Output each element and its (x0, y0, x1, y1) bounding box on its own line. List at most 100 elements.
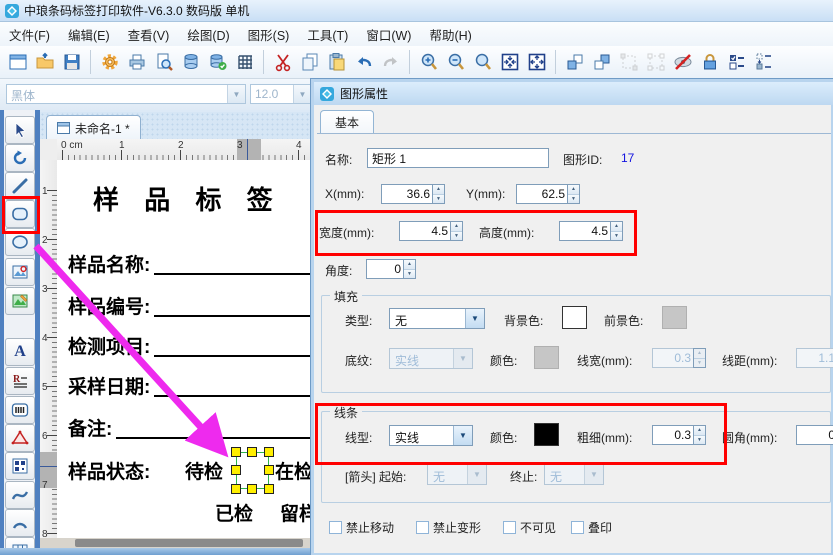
chevron-down-icon[interactable]: ▼ (453, 426, 472, 445)
line-thickness-spinner[interactable]: 0.3▲▼ (652, 425, 706, 445)
spin-down-icon[interactable]: ▼ (568, 195, 579, 204)
menu-window[interactable]: 窗口(W) (357, 22, 420, 47)
settings-gear-icon[interactable] (96, 49, 123, 76)
label-field-row[interactable]: 检测项目: (68, 332, 310, 359)
selection-handle[interactable] (247, 484, 257, 494)
chevron-down-icon[interactable]: ▼ (465, 309, 484, 328)
tool-rounded-rect-icon[interactable] (5, 200, 35, 228)
field-label[interactable]: 样品名称: (68, 250, 150, 277)
group-icon[interactable] (615, 49, 642, 76)
selection-handle[interactable] (264, 484, 274, 494)
database-check-icon[interactable] (204, 49, 231, 76)
label-field-row[interactable]: 样品编号: (68, 292, 310, 319)
tool-rich-text-icon[interactable]: R (5, 367, 35, 395)
selected-rectangle[interactable] (236, 452, 269, 489)
selection-handle[interactable] (264, 447, 274, 457)
menu-tools[interactable]: 工具(T) (298, 22, 357, 47)
tool-ellipse-icon[interactable] (5, 228, 35, 256)
tool-line-icon[interactable] (5, 172, 35, 200)
status-label-text[interactable]: 样品状态: (68, 457, 150, 484)
checkbox-icon[interactable] (571, 521, 584, 534)
label-field-row[interactable]: 备注: (68, 414, 310, 441)
field-label[interactable]: 备注: (68, 414, 112, 441)
tool-select-icon[interactable] (5, 116, 35, 144)
grid-icon[interactable] (231, 49, 258, 76)
label-field-row[interactable]: 采样日期: (68, 372, 310, 399)
label-field-row[interactable]: 样品名称: (68, 250, 310, 277)
tool-qrcode-icon[interactable] (5, 452, 35, 480)
spin-up-icon[interactable]: ▲ (568, 185, 579, 195)
line-color-swatch[interactable] (534, 423, 559, 446)
print-icon[interactable] (123, 49, 150, 76)
selection-handle[interactable] (264, 465, 274, 475)
status-option-testing[interactable]: 在检 (275, 457, 310, 484)
spin-up-icon[interactable]: ▲ (694, 426, 705, 436)
selection-handle[interactable] (247, 447, 257, 457)
name-input[interactable] (367, 148, 549, 168)
angle-spinner[interactable]: 0▲▼ (366, 259, 416, 279)
field-label[interactable]: 样品编号: (68, 292, 150, 319)
ungroup-icon[interactable] (642, 49, 669, 76)
width-spinner[interactable]: 4.5▲▼ (399, 221, 463, 241)
tool-curve-icon[interactable] (5, 481, 35, 509)
selection-handle[interactable] (231, 465, 241, 475)
field-label[interactable]: 采样日期: (68, 372, 150, 399)
x-spinner[interactable]: 36.6▲▼ (381, 184, 445, 204)
menu-file[interactable]: 文件(F) (0, 22, 59, 47)
arrow-end-dropdown[interactable]: 无▼ (544, 464, 604, 485)
shade-dropdown[interactable]: 实线▼ (389, 348, 473, 369)
horizontal-scrollbar[interactable] (40, 538, 310, 548)
fit-expand-icon[interactable] (523, 49, 550, 76)
send-backward-icon[interactable] (588, 49, 615, 76)
checkbox-icon[interactable] (329, 521, 342, 534)
menu-edit[interactable]: 编辑(E) (59, 22, 119, 47)
redo-icon[interactable] (377, 49, 404, 76)
hide-object-icon[interactable] (669, 49, 696, 76)
field-label[interactable]: 检测项目: (68, 332, 150, 359)
chevron-down-icon[interactable]: ▼ (227, 85, 245, 103)
y-spinner[interactable]: 62.5▲▼ (516, 184, 580, 204)
document-tab[interactable]: 未命名-1 * (46, 115, 141, 140)
lock-icon[interactable] (696, 49, 723, 76)
status-option-pending[interactable]: 待检 (185, 457, 223, 484)
arrow-start-dropdown[interactable]: 无▼ (427, 464, 487, 485)
open-icon[interactable] (31, 49, 58, 76)
save-icon[interactable] (58, 49, 85, 76)
fit-page-icon[interactable] (496, 49, 523, 76)
tool-picture-icon[interactable] (5, 287, 35, 315)
chevron-down-icon[interactable]: ▼ (293, 85, 311, 103)
spin-up-icon[interactable]: ▲ (611, 222, 622, 232)
new-icon[interactable] (4, 49, 31, 76)
checkbox-lock-move[interactable]: 禁止移动 (329, 519, 394, 536)
zoom-out-icon[interactable] (442, 49, 469, 76)
fill-type-dropdown[interactable]: 无▼ (389, 308, 485, 329)
menu-shape[interactable]: 图形(S) (239, 22, 299, 47)
copy-icon[interactable] (296, 49, 323, 76)
tab-basic[interactable]: 基本 (320, 110, 374, 134)
height-spinner[interactable]: 4.5▲▼ (559, 221, 623, 241)
shade-linegap-spinner[interactable]: 1.1▲▼ (796, 348, 833, 368)
scrollbar-thumb[interactable] (75, 539, 303, 547)
undo-icon[interactable] (350, 49, 377, 76)
spin-up-icon[interactable]: ▲ (433, 185, 444, 195)
bring-forward-icon[interactable] (561, 49, 588, 76)
tool-barcode-icon[interactable] (5, 396, 35, 424)
menu-help[interactable]: 帮助(H) (420, 22, 480, 47)
shade-color-swatch[interactable] (534, 346, 559, 369)
bg-color-swatch[interactable] (562, 306, 587, 329)
checkbox-icon[interactable] (503, 521, 516, 534)
cut-icon[interactable] (269, 49, 296, 76)
tool-arc-icon[interactable] (5, 509, 35, 537)
print-preview-icon[interactable] (150, 49, 177, 76)
shade-linewidth-spinner[interactable]: 0.3▲▼ (652, 348, 706, 368)
tool-text-icon[interactable]: A (5, 338, 35, 366)
checkbox-lock-resize[interactable]: 禁止变形 (416, 519, 481, 536)
selection-handle[interactable] (231, 484, 241, 494)
spin-down-icon[interactable]: ▼ (694, 436, 705, 445)
selection-handle[interactable] (231, 447, 241, 457)
zoom-in-icon[interactable] (415, 49, 442, 76)
spin-down-icon[interactable]: ▼ (433, 195, 444, 204)
font-size-combobox[interactable]: 12.0 ▼ (250, 84, 312, 104)
tool-image-icon[interactable] (5, 258, 35, 286)
checkbox-overprint[interactable]: 叠印 (571, 519, 612, 536)
